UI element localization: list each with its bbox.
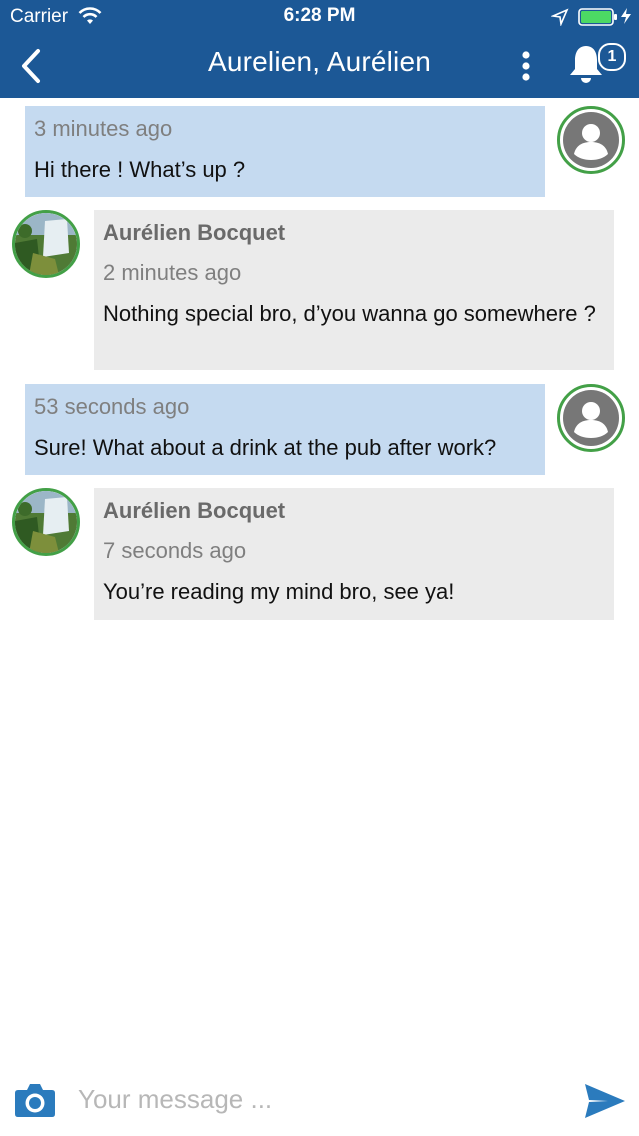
battery-icon	[578, 8, 618, 31]
message-bubble-received: Aurélien Bocquet 7 seconds ago You’re re…	[94, 488, 614, 620]
vertical-dots-icon	[522, 51, 530, 81]
my-avatar[interactable]	[557, 106, 625, 174]
charging-icon	[620, 7, 632, 30]
sender-name: Aurélien Bocquet	[103, 220, 286, 245]
message-time: 7 seconds ago	[103, 538, 247, 563]
message-input[interactable]	[76, 1078, 560, 1120]
message-text: Sure! What about a drink at the pub afte…	[34, 435, 497, 460]
send-icon	[585, 1084, 625, 1118]
contact-avatar[interactable]	[12, 488, 80, 556]
user-placeholder-icon	[563, 390, 619, 446]
app-header: Carrier 6:28 PM Aurelien, Aurélien	[0, 0, 639, 98]
message-bubble-received: Aurélien Bocquet 2 minutes ago Nothing s…	[94, 210, 614, 370]
more-options-button[interactable]	[512, 46, 540, 86]
message-time: 3 minutes ago	[34, 116, 173, 141]
my-avatar[interactable]	[557, 384, 625, 452]
camera-button[interactable]	[14, 1080, 56, 1120]
location-icon	[550, 8, 569, 31]
conversation-title: Aurelien, Aurélien	[207, 46, 432, 77]
camera-icon	[15, 1084, 55, 1117]
user-placeholder-icon	[563, 112, 619, 168]
status-bar: Carrier 6:28 PM	[0, 0, 639, 34]
waterfall-photo-image	[15, 491, 77, 553]
message-text: Nothing special bro, d’you wanna go some…	[103, 301, 596, 326]
waterfall-photo-image	[15, 213, 77, 275]
status-time: 6:28 PM	[283, 5, 356, 26]
contact-avatar[interactable]	[12, 210, 80, 278]
message-time: 53 seconds ago	[34, 394, 190, 419]
send-button[interactable]	[584, 1082, 626, 1120]
message-bubble-sent: 53 seconds ago Sure! What about a drink …	[25, 384, 545, 475]
message-text: Hi there ! What’s up ?	[34, 157, 246, 182]
notification-badge: 1	[598, 43, 626, 71]
nav-bar: Aurelien, Aurélien	[0, 34, 639, 98]
sender-name: Aurélien Bocquet	[103, 498, 286, 523]
message-bubble-sent: 3 minutes ago Hi there ! What’s up ?	[25, 106, 545, 197]
message-time: 2 minutes ago	[103, 260, 242, 285]
message-text: You’re reading my mind bro, see ya!	[103, 579, 455, 604]
message-composer	[0, 1066, 639, 1136]
